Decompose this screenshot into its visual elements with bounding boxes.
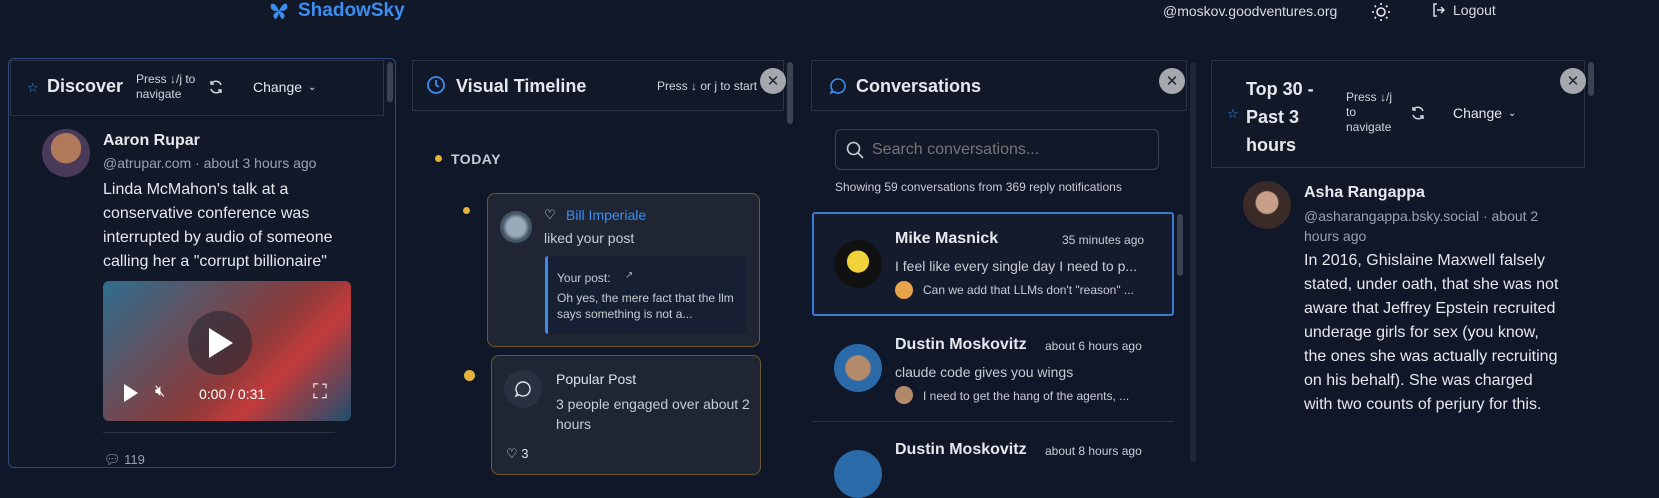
timeline-dot: [463, 207, 470, 214]
conversation-time: 35 minutes ago: [1062, 233, 1145, 247]
search-input[interactable]: [872, 139, 1152, 161]
star-icon: ☆: [27, 80, 39, 95]
conversations-summary: Showing 59 conversations from 369 reply …: [835, 180, 1122, 194]
change-label: Change: [253, 79, 303, 95]
discover-change-button[interactable]: Change ⌄: [253, 79, 316, 95]
scrollbar[interactable]: [787, 62, 793, 124]
app-logo[interactable]: ShadowSky: [268, 0, 405, 22]
avatar[interactable]: [500, 211, 532, 243]
conversation-text: claude code gives you wings: [895, 364, 1074, 380]
popular-post-card[interactable]: Popular Post 3 people engaged over about…: [491, 355, 761, 475]
theme-toggle-sun-icon[interactable]: [1371, 2, 1391, 22]
comment-icon: [514, 381, 531, 398]
scrollbar[interactable]: [1190, 62, 1196, 462]
popular-title: Popular Post: [556, 371, 637, 387]
like-action: liked your post: [544, 230, 635, 246]
comment-icon-circle: [504, 370, 542, 408]
close-conversations-button[interactable]: ✕: [1159, 68, 1185, 94]
popular-desc: 3 people engaged over about 2 hours: [556, 396, 750, 432]
divider: [103, 432, 335, 433]
conversation-time: about 8 hours ago: [1045, 444, 1142, 458]
avatar[interactable]: [834, 450, 882, 498]
your-post-label: Your post:: [557, 271, 611, 285]
your-post-text: Oh yes, the mere fact that the llm says …: [557, 291, 734, 321]
logout-icon: [1433, 3, 1446, 17]
popular-likes: ♡ 3: [506, 446, 529, 461]
like-notification-card[interactable]: ♡ Bill Imperiale liked your post Your po…: [487, 193, 760, 347]
conversation-text: I feel like every single day I need to p…: [895, 258, 1138, 274]
conversations-title: Conversations: [856, 76, 982, 96]
reply-count[interactable]: 💬︎ 119: [104, 452, 145, 468]
logout-button[interactable]: Logout: [1431, 2, 1496, 18]
avatar: [895, 281, 913, 299]
post-meta: @asharangappa.bsky.social · about 2 hour…: [1304, 208, 1539, 244]
change-label: Change: [1453, 105, 1503, 121]
avatar[interactable]: [834, 240, 882, 288]
scrollbar[interactable]: [1588, 62, 1594, 96]
like-user[interactable]: Bill Imperiale: [566, 207, 646, 223]
heart-icon: ♡: [544, 207, 556, 222]
user-handle[interactable]: @moskov.goodventures.org: [1163, 3, 1337, 19]
chevron-down-icon: ⌄: [1508, 107, 1517, 119]
divider: [812, 421, 1174, 422]
post-meta: @atrupar.com · about 3 hours ago: [103, 155, 317, 171]
post-author[interactable]: Aaron Rupar: [103, 132, 200, 150]
scrollbar[interactable]: [387, 62, 393, 102]
discover-title: Discover: [47, 76, 124, 96]
discover-hint: Press ↓/j to navigate: [136, 72, 196, 101]
conversation-name[interactable]: Dustin Moskovitz: [895, 336, 1027, 354]
section-dot: [435, 155, 442, 162]
mute-icon[interactable]: 🔇︎: [155, 383, 165, 401]
play-icon: [209, 328, 233, 358]
avatar[interactable]: [42, 129, 90, 177]
post-text: In 2016, Ghislaine Maxwell falsely state…: [1304, 252, 1559, 413]
conversation-reply: I need to get the hang of the agents, ..…: [923, 389, 1130, 403]
star-icon: ☆: [1227, 106, 1239, 121]
avatar[interactable]: [834, 344, 882, 392]
clock-icon: [427, 76, 445, 94]
refresh-icon[interactable]: [1410, 105, 1426, 121]
avatar[interactable]: [1243, 181, 1291, 229]
top30-change-button[interactable]: Change ⌄: [1453, 105, 1516, 121]
top30-title: Top 30 - Past 3 hours: [1246, 79, 1314, 155]
timeline-hint: Press ↓ or j to start: [657, 79, 758, 93]
conversation-time: about 6 hours ago: [1045, 339, 1142, 353]
conversation-reply: Can we add that LLMs don't "reason" ...: [923, 283, 1134, 297]
section-today: TODAY: [451, 151, 501, 167]
butterfly-icon: [270, 3, 288, 19]
post-author[interactable]: Asha Rangappa: [1304, 184, 1425, 202]
refresh-icon[interactable]: [208, 79, 224, 95]
top-bar: [0, 0, 1659, 26]
chat-bubble-icon: [829, 78, 846, 95]
video-time: 0:00 / 0:31: [199, 386, 266, 402]
conversation-name[interactable]: Dustin Moskovitz: [895, 441, 1027, 459]
video-player[interactable]: 🔇︎ 0:00 / 0:31 ⛶: [103, 281, 351, 421]
app-title: ShadowSky: [298, 0, 405, 21]
post-text: Linda McMahon's talk at a conservative c…: [103, 181, 333, 270]
timeline-dot: [464, 370, 475, 381]
conversation-name: Mike Masnick: [895, 230, 999, 247]
scrollbar[interactable]: [1177, 214, 1183, 276]
close-top30-button[interactable]: ✕: [1560, 68, 1586, 94]
external-link-icon: ↗: [625, 270, 634, 281]
fullscreen-icon[interactable]: ⛶: [313, 381, 327, 404]
search-icon: [846, 141, 864, 159]
play-overlay-button[interactable]: [188, 311, 252, 375]
logout-label: Logout: [1453, 2, 1496, 18]
timeline-title: Visual Timeline: [456, 76, 587, 96]
avatar: [895, 386, 913, 404]
top30-hint: Press ↓/j to navigate: [1346, 90, 1393, 134]
play-small-icon[interactable]: [123, 383, 139, 403]
chevron-down-icon: ⌄: [308, 81, 317, 93]
close-timeline-button[interactable]: ✕: [760, 68, 786, 94]
